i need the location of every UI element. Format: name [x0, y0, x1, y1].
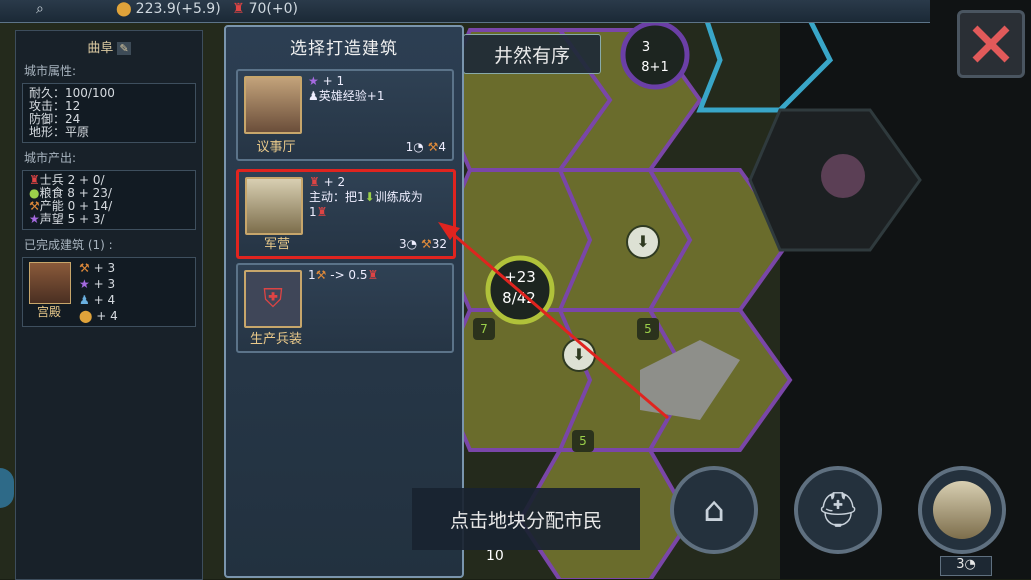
built-box[interactable]: 宫殿 ⚒ + 3 ★ + 3 ♟ + 4 ⬤ + 4 [22, 257, 196, 327]
hammer-icon: ⚒ [315, 268, 327, 282]
helmet-icon: ⛑ [816, 490, 860, 530]
recruit-button[interactable]: ⛑ [794, 466, 882, 554]
output-header: 城市产出: [24, 151, 77, 165]
armor-icon: ⛨ [263, 283, 283, 314]
camp-thumb [933, 481, 991, 539]
attr-header: 城市属性: [24, 64, 77, 78]
soldier-display: ♜ 70(+0) [232, 1, 298, 17]
coin-icon: ⬤ [79, 309, 93, 323]
food-icon: 7 [473, 318, 495, 340]
built-header: 已完成建筑 (1) : [24, 238, 113, 252]
order-banner: 井然有序 [463, 34, 601, 74]
card-name: 议事厅 [256, 140, 296, 155]
close-icon [972, 25, 1010, 63]
soldier-icon: ♜ [29, 173, 40, 187]
clock-icon: ◔ [413, 140, 424, 154]
palace-stats: ⚒ + 3 ★ + 3 ♟ + 4 ⬤ + 4 [79, 261, 118, 323]
clock-icon: ◔ [964, 557, 976, 572]
card-name: 生产兵装 [249, 332, 302, 347]
edit-icon[interactable]: ✎ [117, 42, 131, 55]
hero-icon: ♟ [79, 293, 90, 307]
hammer-icon: ⚒ [79, 261, 90, 275]
fort-icon[interactable]: ⬇ [562, 338, 596, 372]
city-name-row: 曲阜 ✎ [16, 37, 202, 56]
build-card-armory[interactable]: ⛨ 生产兵装 1⚒ -> 0.5♜ [236, 263, 454, 353]
palace-name: 宫殿 [36, 305, 61, 319]
food-icon: 5 [637, 318, 659, 340]
fort-icon: ⌂ [703, 490, 725, 530]
food-icon: ● [29, 186, 40, 200]
hammer-icon: ⚒ [420, 237, 432, 251]
attr-box: 耐久：100/100 攻击：12 防御：24 地形：平原 [22, 83, 196, 143]
close-button[interactable] [957, 10, 1025, 78]
soldier-icon: ♜ [367, 268, 379, 282]
soldier-value: 70(+0) [248, 1, 298, 17]
soldier-icon: ♜ [316, 205, 328, 219]
city-panel: 曲阜 ✎ 城市属性: 耐久：100/100 攻击：12 防御：24 地形：平原 … [15, 30, 203, 580]
armory-thumb: ⛨ [244, 270, 302, 328]
city-name: 曲阜 [87, 41, 114, 56]
output-box: ♜士兵 2 + 0/ ●粮食 8 + 23/ ⚒产能 0 + 14/ ★声望 5… [22, 170, 196, 230]
dialog-title: 选择打造建筑 [290, 39, 398, 59]
build-camp-turns: 3◔ [940, 556, 992, 576]
hall-thumb [244, 76, 302, 134]
map-turns-badge-value: 8+1 [641, 60, 669, 75]
output-prestige: ★声望 5 + 3/ [29, 212, 105, 226]
soldier-icon: ♜ [309, 175, 320, 189]
hammer-icon: ⚒ [29, 199, 40, 213]
pop-gain: +23 [504, 268, 536, 286]
star-icon: ★ [29, 212, 40, 226]
gold-value: 223.9(+5.9) [135, 1, 221, 17]
pop-progress: 8/42 [502, 289, 536, 307]
map-turns-badge: 3 [641, 40, 651, 55]
resource-bar: ⌕ ⬤ 223.9(+5.9) ♜ 70(+0) [0, 0, 930, 23]
search-icon[interactable]: ⌕ [36, 1, 44, 17]
assign-citizens-hint: 点击地块分配市民 [412, 488, 640, 550]
card-cost: 3◔ ⚒32 [399, 237, 447, 251]
fort-button[interactable]: ⌂ [670, 466, 758, 554]
card-effects: 1⚒ -> 0.5♜ [308, 268, 379, 282]
card-name: 军营 [263, 237, 290, 252]
fort-icon[interactable]: ⬇ [626, 225, 660, 259]
star-icon: ★ [79, 277, 90, 291]
clock-icon: ◔ [406, 237, 418, 251]
build-card-barracks[interactable]: 军营 ♜ + 2 主动：把1⬇训练成为 1♜ 3◔ ⚒32 [236, 169, 456, 259]
build-card-hall[interactable]: 议事厅 ★ + 1 ♟英雄经验+1 1◔ ⚒4 [236, 69, 454, 161]
food-icon: 5 [572, 430, 594, 452]
gold-display: ⬤ 223.9(+5.9) [116, 1, 221, 17]
hero-icon: ♟ [308, 89, 319, 103]
attr-terrain: 地形：平原 [29, 125, 90, 139]
coin-icon: ⬤ [116, 1, 132, 17]
food-icon: ⬇ [364, 190, 375, 204]
tile-bottom-value: 10 [486, 548, 504, 564]
build-camp-button[interactable] [918, 466, 1006, 554]
star-icon: ★ [308, 74, 319, 88]
barracks-thumb [245, 177, 303, 235]
card-effects: ♜ + 2 主动：把1⬇训练成为 1♜ [309, 175, 423, 219]
card-effects: ★ + 1 ♟英雄经验+1 [308, 74, 385, 103]
hammer-icon: ⚒ [427, 140, 439, 154]
card-cost: 1◔ ⚒4 [405, 140, 446, 154]
soldier-icon: ♜ [232, 1, 245, 17]
palace-thumb [29, 262, 71, 304]
